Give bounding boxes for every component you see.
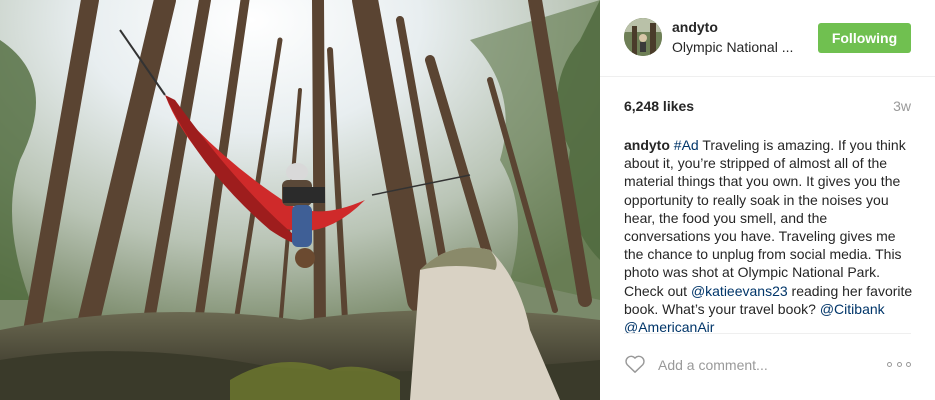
caption-mention-citibank[interactable]: @Citibank — [820, 301, 885, 317]
dot — [887, 361, 892, 367]
divider — [624, 333, 911, 334]
caption-mention-katieevans23[interactable]: @katieevans23 — [691, 283, 788, 299]
following-button[interactable]: Following — [818, 23, 911, 53]
caption-hashtag[interactable]: #Ad — [674, 137, 699, 153]
location-link[interactable]: Olympic National ... — [672, 39, 793, 55]
post-time[interactable]: 3w — [893, 98, 911, 114]
avatar-image — [624, 18, 662, 56]
comment-row: Add a comment... — [624, 346, 911, 382]
more-options-icon[interactable] — [887, 354, 911, 374]
post-side-panel: andyto Olympic National ... Following 6,… — [600, 0, 935, 400]
caption-username[interactable]: andyto — [624, 137, 670, 153]
add-comment-input[interactable]: Add a comment... — [658, 357, 768, 373]
instagram-post-modal: andyto Olympic National ... Following 6,… — [0, 0, 935, 400]
caption-text-1: Traveling is amazing. If you think about… — [624, 137, 906, 299]
dot — [896, 361, 902, 367]
forest-hammock-image — [0, 0, 600, 400]
heart-icon[interactable] — [624, 354, 646, 374]
avatar[interactable] — [624, 18, 662, 56]
post-photo[interactable] — [0, 0, 600, 400]
likes-count[interactable]: 6,248 likes — [624, 98, 694, 114]
post-caption: andyto #Ad Traveling is amazing. If you … — [624, 136, 914, 336]
post-header: andyto Olympic National ... Following — [600, 0, 935, 77]
dot — [906, 361, 911, 367]
username[interactable]: andyto — [672, 19, 718, 35]
